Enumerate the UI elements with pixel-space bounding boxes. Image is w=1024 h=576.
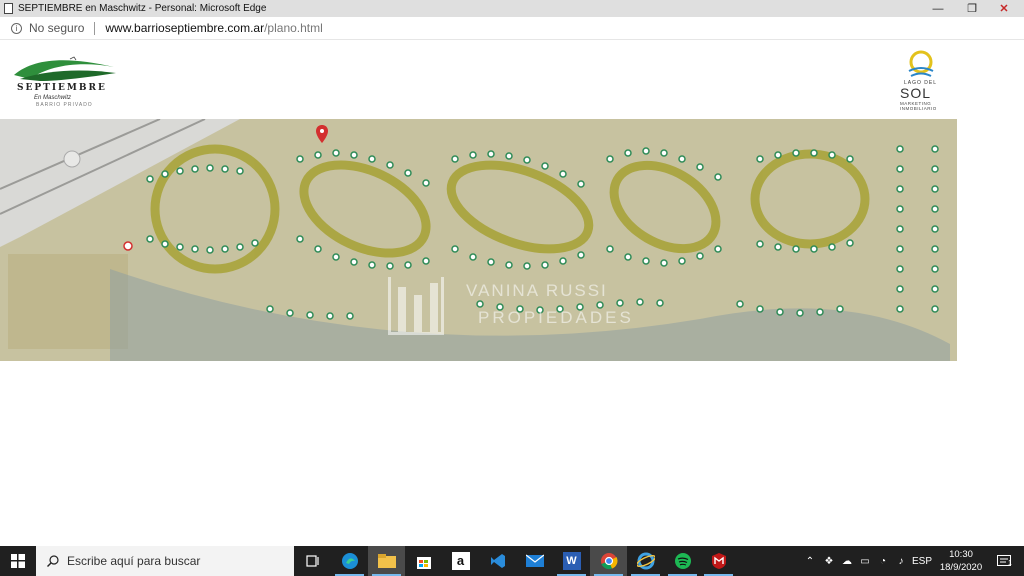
minimize-button[interactable]: — (921, 0, 955, 17)
task-view-icon[interactable] (294, 546, 331, 576)
address-bar[interactable]: i No seguro www.barrioseptiembre.com.ar /… (0, 17, 1024, 40)
septiembre-logo[interactable]: SEPTIEMBRE En Maschwitz BARRIO PRIVADO (10, 55, 120, 111)
windows-taskbar: Escribe aquí para buscar a W ⌃ ❖ ☁ ▭ ◔ ♪… (0, 546, 1024, 576)
spotify-icon[interactable] (664, 546, 701, 576)
store-icon[interactable] (405, 546, 442, 576)
dropbox-icon[interactable]: ❖ (820, 546, 838, 576)
internet-explorer-icon[interactable] (627, 546, 664, 576)
notification-count: 1 (1008, 560, 1012, 567)
volume-icon[interactable]: ♪ (892, 546, 910, 576)
word-icon[interactable]: W (553, 546, 590, 576)
chevron-up-icon[interactable]: ⌃ (800, 546, 820, 576)
wifi-icon[interactable]: ◔ (874, 546, 892, 576)
taskbar-search-box[interactable]: Escribe aquí para buscar (36, 546, 294, 576)
watermark-line1: VANINA RUSSI (466, 281, 608, 300)
address-separator (94, 21, 96, 35)
neighborhood-plan-image[interactable]: VANINA RUSSI PROPIEDADES (0, 119, 957, 361)
logo-left-subtitle: En Maschwitz (34, 95, 72, 101)
windows-logo-icon (11, 554, 25, 568)
close-button[interactable]: ✕ (987, 0, 1021, 17)
search-icon (47, 555, 59, 567)
chrome-icon[interactable] (590, 546, 627, 576)
vscode-icon[interactable] (479, 546, 516, 576)
lago-del-sol-logo[interactable]: LAGO DEL SOL MARKETING INMOBILIARIO (892, 49, 950, 113)
amazon-icon[interactable]: a (442, 546, 479, 576)
edge-icon[interactable] (331, 546, 368, 576)
logo-left-name: SEPTIEMBRE (17, 83, 107, 93)
window-titlebar: SEPTIEMBRE en Maschwitz - Personal: Micr… (0, 0, 1024, 17)
security-label[interactable]: No seguro (29, 21, 84, 35)
logo-right-tagline-2: INMOBILIARIO (900, 106, 937, 111)
logo-swoosh-icon (14, 56, 116, 81)
logo-left-tagline: BARRIO PRIVADO (36, 102, 93, 108)
page-content: SEPTIEMBRE En Maschwitz BARRIO PRIVADO L… (0, 41, 1024, 546)
logo-right-name: SOL (900, 85, 932, 101)
battery-icon[interactable]: ▭ (856, 546, 874, 576)
start-button[interactable] (0, 546, 36, 576)
mail-icon[interactable] (516, 546, 553, 576)
cloud-icon[interactable]: ☁ (838, 546, 856, 576)
file-explorer-icon[interactable] (368, 546, 405, 576)
notification-icon[interactable]: 1 (992, 546, 1016, 576)
window-title: SEPTIEMBRE en Maschwitz - Personal: Micr… (18, 3, 267, 14)
info-icon[interactable]: i (11, 22, 22, 34)
language-indicator[interactable]: ESP (910, 546, 934, 576)
url-path[interactable]: /plano.html (264, 21, 323, 35)
sun-wave-icon (908, 50, 934, 77)
search-placeholder[interactable]: Escribe aquí para buscar (67, 554, 200, 568)
logo-right-tagline: MARKETING INMOBILIARIO (900, 101, 937, 111)
url-host[interactable]: www.barrioseptiembre.com.ar (105, 21, 264, 35)
watermark-line2: PROPIEDADES (478, 308, 634, 327)
clock-date: 18/9/2020 (939, 562, 983, 573)
clock-time: 10:30 (949, 549, 973, 560)
mcafee-icon[interactable] (700, 546, 737, 576)
maximize-button[interactable]: ❐ (955, 0, 989, 17)
plan-watermark: VANINA RUSSI PROPIEDADES (388, 277, 648, 337)
page-icon (4, 3, 13, 14)
clock[interactable]: 10:30 18/9/2020 (934, 548, 988, 574)
